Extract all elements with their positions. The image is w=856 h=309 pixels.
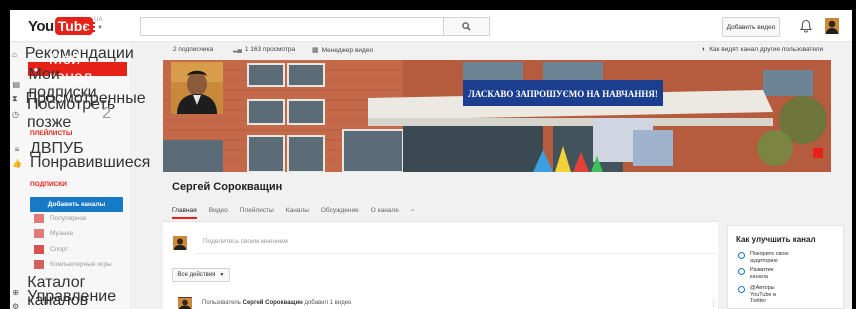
guide-menu-icon[interactable]: ▼ (87, 22, 103, 32)
video-manager-icon: ▦ (312, 47, 319, 54)
feed-panel (163, 222, 718, 309)
activity-text: Пользователь Сергей Сорокващин добавил 1… (202, 300, 351, 306)
sidebar-category-sport[interactable]: Спорт (34, 243, 68, 255)
history-icon: ⧗ (12, 94, 18, 103)
view-as-text: Как видят канал другие пользователи (709, 46, 824, 53)
improve-item[interactable]: Покорите свою аудиторию (738, 251, 798, 264)
view-as-link[interactable]: ◐ Как видят канал другие пользователи (702, 46, 823, 53)
globe-icon: ◐ (702, 46, 707, 53)
all-actions-label: Все действия (177, 272, 216, 278)
video-manager-link[interactable]: ▦ Менеджер видео (312, 46, 374, 55)
banner-photo: ЛАСКАВО ЗАПРОШУЄМО НА НАВЧАННЯ! (163, 60, 831, 172)
tab-home[interactable]: Главная (172, 207, 197, 219)
improve-channel-title: Как улучшить канал (736, 235, 816, 244)
sidebar-item-label: Управление подписка (27, 288, 117, 309)
post-input-underline (196, 253, 716, 254)
manage-icon: ⚙ (12, 301, 20, 309)
activity-user-link[interactable]: Сергей Сорокващин (243, 300, 303, 306)
view-count: ▂▄ 1 163 просмотра (233, 46, 295, 53)
sidebar-item-label: Популярное (50, 214, 87, 222)
tab-about[interactable]: О канале (371, 207, 399, 219)
catalog-icon: ⊕ (12, 287, 19, 297)
logo-you-text: You (28, 17, 54, 35)
sidebar-item-watch-later[interactable]: ◷ Посмотреть позже 2 (0, 96, 117, 131)
search-button[interactable] (443, 17, 490, 36)
post-author-avatar (173, 236, 187, 250)
banner-sign-text: ЛАСКАВО ЗАПРОШУЄМО НА НАВЧАННЯ! (468, 89, 658, 99)
tab-playlists[interactable]: Плейлисты (240, 207, 274, 219)
all-actions-dropdown[interactable]: Все действия ▼ (172, 268, 230, 282)
sidebar-item-manage-subscriptions[interactable]: ⚙ Управление подписка (0, 288, 117, 309)
watch-later-count: 2 (102, 105, 111, 122)
channel-tabs: Главная Видео Плейлисты Каналы Обсуждени… (172, 207, 426, 219)
watch-later-icon: ◷ (12, 109, 19, 119)
subscriber-count-text: 2 подписчика (173, 46, 214, 53)
playlist-icon: ≡ (14, 144, 20, 154)
screen-frame-top (0, 0, 856, 10)
chevron-down-icon: ▼ (219, 272, 225, 278)
sidebar-item-label: Музыка (50, 229, 73, 237)
circle-icon (738, 286, 745, 293)
subscriber-count[interactable]: 2 подписчика (173, 46, 213, 53)
sidebar-item-label: Компьютерные игры (50, 260, 112, 268)
channel-banner[interactable]: ЛАСКАВО ЗАПРОШУЄМО НА НАВЧАННЯ! (163, 60, 831, 172)
sidebar-category-music[interactable]: Музыка (34, 227, 73, 239)
account-avatar[interactable] (825, 18, 839, 34)
channel-avatar[interactable] (171, 62, 223, 114)
improve-item[interactable]: Развитие канала (738, 267, 790, 280)
add-channels-button[interactable]: Добавить каналы (30, 197, 123, 212)
sidebar-item-subscriptions[interactable]: ▤ Мои подписки (0, 66, 117, 101)
more-options-icon[interactable]: ⋮ (710, 300, 717, 308)
add-video-button[interactable]: Добавить видео (722, 17, 780, 37)
share-opinion-input[interactable]: Поделитесь своим мнением (203, 238, 288, 245)
notifications-bell-icon[interactable] (799, 19, 813, 33)
improve-item-label: Покорите свою аудиторию (750, 251, 789, 264)
subscriptions-heading[interactable]: ПОДПИСКИ (30, 181, 67, 188)
category-thumbnail (34, 228, 44, 238)
category-thumbnail (34, 244, 44, 254)
home-icon: ⌂ (12, 49, 17, 59)
activity-suffix: добавил 1 видео (304, 300, 352, 306)
view-count-text: 1 163 просмотра (244, 46, 296, 53)
search-icon (462, 22, 471, 31)
subscriptions-icon: ▤ (12, 79, 21, 89)
improve-item-label: @Авторы YouTube в Twitter (750, 285, 777, 304)
sidebar-category-popular[interactable]: Популярное (34, 212, 87, 224)
activity-avatar (178, 297, 192, 309)
search-input[interactable] (140, 17, 490, 36)
circle-icon (738, 268, 745, 275)
sidebar-item-liked[interactable]: 👍 Понравившиеся (0, 154, 150, 171)
tab-videos[interactable]: Видео (209, 207, 228, 219)
tab-channels[interactable]: Каналы (286, 207, 309, 219)
channel-title: Сергей Сорокващин (172, 181, 283, 193)
sidebar-category-gaming[interactable]: Компьютерные игры (34, 258, 112, 270)
category-thumbnail (34, 259, 44, 269)
sidebar-item-label: Понравившиеся (29, 154, 151, 171)
sidebar-item-label: Спорт (50, 245, 69, 253)
video-manager-text: Менеджер видео (321, 46, 374, 54)
improve-item-label: Развитие канала (750, 267, 774, 280)
activity-prefix: Пользователь (202, 300, 241, 306)
circle-icon (738, 252, 745, 259)
tab-discussion[interactable]: Обсуждение (321, 207, 359, 219)
playlists-heading[interactable]: ПЛЕЙЛИСТЫ (30, 130, 72, 137)
masthead: You Tube UA ▼ Добавить видео (10, 10, 852, 42)
channel-search-icon[interactable]: ⌕ (411, 207, 415, 219)
like-icon: 👍 (12, 158, 22, 168)
improve-item[interactable]: @Авторы YouTube в Twitter (738, 285, 788, 305)
category-thumbnail (34, 213, 44, 223)
views-bar-icon: ▂▄ (233, 47, 242, 53)
screen-frame-right (852, 0, 856, 309)
